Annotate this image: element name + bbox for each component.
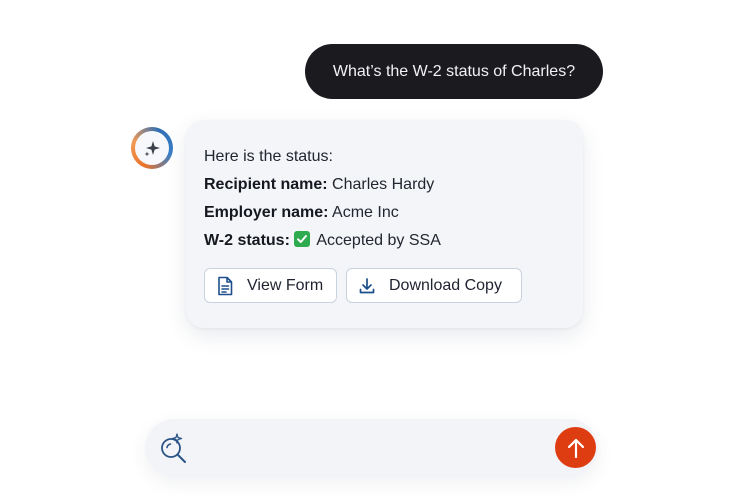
employer-row: Employer name: Acme Inc [204,202,399,224]
sparkle-icon [144,141,160,157]
assistant-avatar [131,127,173,169]
download-copy-button[interactable]: Download Copy [346,268,522,303]
arrow-up-icon [567,438,584,458]
message-composer [145,419,598,477]
status-label: W-2 status: [204,232,290,249]
assistant-reply-card: Here is the status: Recipient name: Char… [186,120,583,328]
employer-value: Acme Inc [332,204,399,221]
employer-label: Employer name: [204,204,329,221]
document-icon [215,276,235,296]
recipient-row: Recipient name: Charles Hardy [204,174,434,196]
recipient-value: Charles Hardy [332,176,435,193]
search-sparkle-icon [158,432,190,464]
check-mark-icon [294,231,311,247]
recipient-label: Recipient name: [204,176,328,193]
download-copy-label: Download Copy [389,276,502,294]
send-button[interactable] [555,427,596,468]
user-message-text: What’s the W-2 status of Charles? [332,62,576,80]
status-value: Accepted by SSA [316,232,441,249]
view-form-button[interactable]: View Form [204,268,337,303]
status-row: W-2 status: Accepted by SSA [204,230,441,252]
reply-intro: Here is the status: [204,148,333,165]
message-input[interactable] [201,429,545,469]
download-icon [357,276,377,296]
user-message-bubble: What’s the W-2 status of Charles? [305,44,603,99]
view-form-label: View Form [247,276,324,294]
